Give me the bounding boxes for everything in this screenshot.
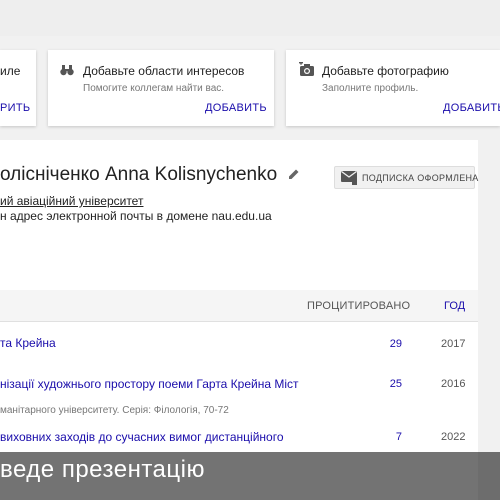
table-row: виховних заходів до сучасних вимог диста… — [0, 430, 478, 450]
profile-affiliation[interactable]: ий авіаційний університет — [0, 194, 143, 208]
table-row: та Крейна 29 2017 — [0, 336, 478, 366]
video-caption: веде презентацію — [0, 456, 205, 483]
year-header[interactable]: ГОД — [444, 300, 465, 312]
citation-count[interactable]: 7 — [380, 431, 402, 443]
article-year: 2022 — [441, 431, 466, 443]
profile-email: н адрес электронной почты в домене nau.e… — [0, 209, 272, 223]
article-title[interactable]: та Крейна — [0, 336, 56, 350]
add-photo-button[interactable]: ДОБАВИТЬ — [443, 102, 500, 114]
binoculars-icon — [60, 65, 74, 76]
article-title[interactable]: виховних заходів до сучасних вимог диста… — [0, 430, 284, 444]
follow-button-label: ПОДПИСКА ОФОРМЛЕНА — [362, 173, 479, 183]
follow-button[interactable]: ПОДПИСКА ОФОРМЛЕНА — [334, 166, 478, 189]
cited-by-header[interactable]: ПРОЦИТИРОВАНО — [307, 300, 410, 312]
card-action-button[interactable]: РИТЬ — [0, 102, 30, 114]
add-interests-button[interactable]: ДОБАВИТЬ — [205, 102, 267, 114]
table-header: ПРОЦИТИРОВАНО ГОД — [0, 290, 478, 322]
article-source: манітарного університету. Серія: Філолог… — [0, 405, 229, 416]
profile-name: олісніченко Anna Kolisnychenko — [0, 164, 278, 185]
mail-icon — [341, 171, 357, 185]
pencil-icon[interactable] — [288, 168, 300, 180]
card-title: Добавьте фотографию — [322, 64, 449, 78]
setup-card-1: иле РИТЬ — [0, 50, 36, 126]
card-title: иле — [0, 64, 21, 78]
profile-panel: олісніченко Anna Kolisnychenko ий авіаці… — [0, 140, 478, 500]
article-year: 2016 — [441, 378, 466, 390]
card-subtitle: Заполните профиль. — [322, 83, 419, 94]
card-title: Добавьте области интересов — [83, 64, 245, 78]
table-row: нізації художнього простору поеми Гарта … — [0, 377, 478, 421]
citation-count[interactable]: 29 — [380, 338, 402, 350]
article-title[interactable]: нізації художнього простору поеми Гарта … — [0, 377, 299, 391]
top-bar — [0, 0, 500, 36]
interests-card: Добавьте области интересов Помогите колл… — [48, 50, 274, 126]
camera-icon — [299, 62, 314, 76]
card-subtitle: Помогите коллегам найти вас. — [83, 83, 225, 94]
photo-card: Добавьте фотографию Заполните профиль. Д… — [286, 50, 500, 126]
citation-count[interactable]: 25 — [380, 378, 402, 390]
article-year: 2017 — [441, 338, 466, 350]
